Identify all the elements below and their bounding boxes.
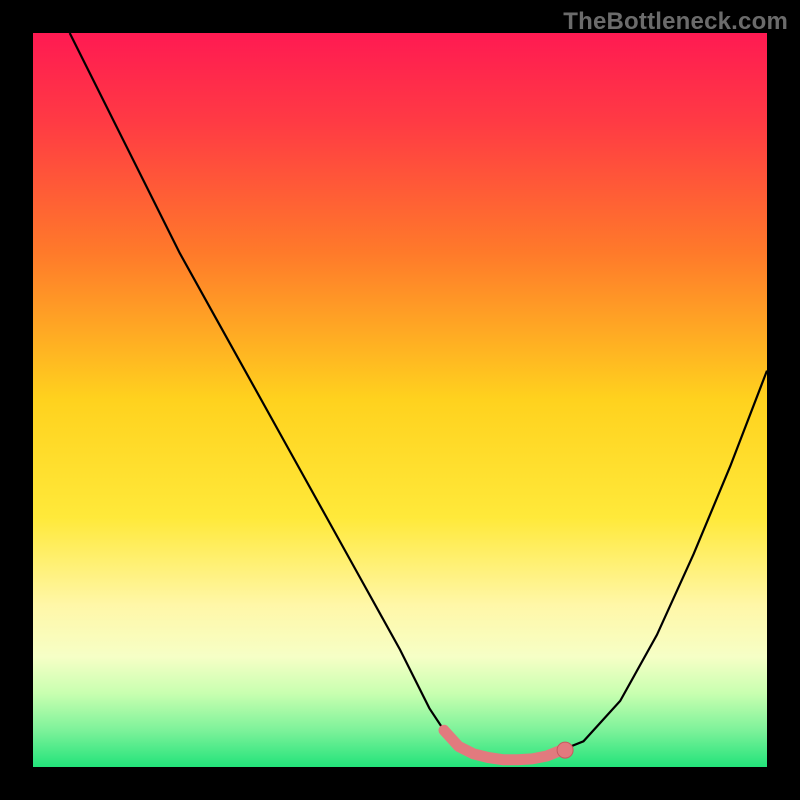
plot-area [33, 33, 767, 767]
watermark-text: TheBottleneck.com [563, 8, 788, 36]
chart-svg [33, 33, 767, 767]
gradient-background [33, 33, 767, 767]
end-marker-dot [557, 742, 573, 758]
chart-frame: TheBottleneck.com [0, 0, 800, 800]
